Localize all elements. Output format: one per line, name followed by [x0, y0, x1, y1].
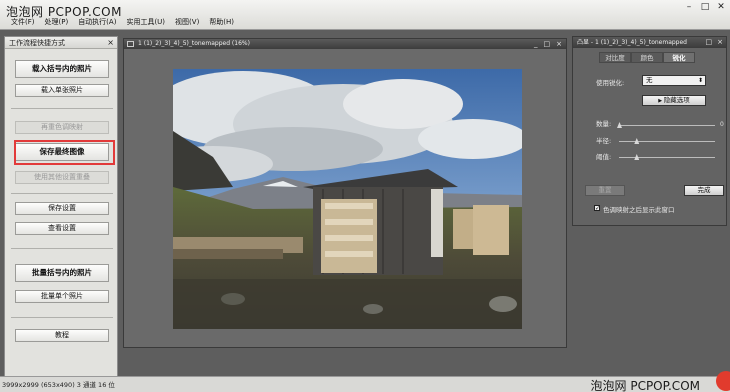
adjustment-panel-titlebar: 凸显 - 1 (1)_2)_3)_4)_5)_tonemapped □ × [573, 37, 726, 48]
radius-slider-thumb[interactable] [634, 138, 640, 144]
minimize-icon[interactable]: – [684, 2, 694, 12]
menu-utilities[interactable]: 实用工具(U) [121, 17, 170, 28]
radius-slider[interactable] [619, 138, 715, 144]
document-icon [127, 41, 134, 47]
tutorial-button[interactable]: 教程 [15, 329, 109, 342]
menu-bar: 泡泡网 PCPOP.COM 文件(F) 处理(P) 自动执行(A) 实用工具(U… [0, 0, 730, 30]
save-settings-button[interactable]: 保存设置 [15, 202, 109, 215]
close-icon[interactable]: × [717, 37, 723, 48]
divider [11, 317, 113, 318]
maximize-icon[interactable]: □ [706, 37, 713, 48]
use-other-settings-button[interactable]: 使用其他设置重叠 [15, 171, 109, 184]
divider [11, 248, 113, 249]
status-bar: 3999x2999 (653x490) 3 通道 16 位 泡泡网 PCPOP.… [0, 371, 730, 392]
adjustment-tabs: 对比度 颜色 锐化 [599, 52, 695, 63]
hide-options-button[interactable]: ▶ 隐藏选项 [642, 95, 706, 106]
tab-sharpen[interactable]: 锐化 [663, 52, 695, 63]
maximize-icon[interactable]: □ [544, 39, 551, 49]
panel-header: 工作流程快捷方式 × [5, 37, 117, 49]
threshold-label: 阈值: [596, 153, 612, 161]
close-icon[interactable]: × [556, 39, 562, 49]
menu-view[interactable]: 视图(V) [170, 17, 204, 28]
view-settings-button[interactable]: 查看设置 [15, 222, 109, 235]
adjustment-panel: 凸显 - 1 (1)_2)_3)_4)_5)_tonemapped □ × 对比… [572, 36, 727, 226]
tab-color[interactable]: 颜色 [631, 52, 663, 63]
reset-button[interactable]: 重置 [585, 185, 625, 196]
amount-slider[interactable] [617, 122, 715, 128]
menu-file[interactable]: 文件(F) [6, 17, 40, 28]
batch-bracketed-photos-button[interactable]: 批量括号内的照片 [15, 264, 109, 282]
amount-label: 数量: [596, 120, 612, 128]
hide-options-label: 隐藏选项 [663, 96, 690, 104]
show-after-tonemap-checkbox[interactable]: ✓ [594, 205, 600, 212]
radius-label: 半径: [596, 137, 612, 145]
tonemapped-photo [173, 69, 522, 329]
close-icon[interactable]: ✕ [716, 2, 726, 12]
window-controls: – □ ✕ [684, 2, 726, 12]
load-bracketed-photos-button[interactable]: 载入括号内的照片 [15, 60, 109, 78]
document-title: 1 (1)_2)_3)_4)_5)_tonemapped (16%) [138, 40, 250, 47]
close-icon[interactable]: × [107, 37, 114, 49]
load-single-photo-button[interactable]: 载入单张照片 [15, 84, 109, 97]
document-titlebar: 1 (1)_2)_3)_4)_5)_tonemapped (16%) _ □ × [124, 39, 566, 49]
image-info: 3999x2999 (653x490) 3 通道 16 位 [2, 381, 115, 389]
batch-single-photo-button[interactable]: 批量单个照片 [15, 290, 109, 303]
maximize-icon[interactable]: □ [700, 2, 710, 12]
menu-help[interactable]: 帮助(H) [204, 17, 239, 28]
logo-dot [716, 371, 730, 391]
minimize-icon[interactable]: _ [534, 39, 538, 49]
adjustment-panel-title: 凸显 - 1 (1)_2)_3)_4)_5)_tonemapped [577, 39, 687, 46]
document-window: 1 (1)_2)_3)_4)_5)_tonemapped (16%) _ □ × [123, 38, 567, 348]
threshold-slider-thumb[interactable] [634, 154, 640, 160]
menu-process[interactable]: 处理(P) [40, 17, 74, 28]
menu-automate[interactable]: 自动执行(A) [73, 17, 121, 28]
watermark-bottom: 泡泡网 PCPOP.COM [590, 379, 700, 392]
done-button[interactable]: 完成 [684, 185, 724, 196]
divider [11, 108, 113, 109]
amount-slider-thumb[interactable] [617, 122, 622, 128]
sharpen-select-value: 无 [646, 76, 653, 84]
sharpen-select[interactable]: 无 ⬍ [642, 75, 706, 86]
menu-items: 文件(F) 处理(P) 自动执行(A) 实用工具(U) 视图(V) 帮助(H) [6, 17, 239, 28]
amount-value: 0 [720, 121, 724, 128]
threshold-slider[interactable] [619, 154, 715, 160]
panel-title: 工作流程快捷方式 [9, 39, 65, 47]
remap-tones-button[interactable]: 再重色调映射 [15, 121, 109, 134]
red-highlight-box [14, 140, 115, 165]
divider [11, 193, 113, 194]
dropdown-arrow-icon: ⬍ [697, 77, 703, 84]
tab-contrast[interactable]: 对比度 [599, 52, 631, 63]
app-window: 泡泡网 PCPOP.COM 文件(F) 处理(P) 自动执行(A) 实用工具(U… [0, 0, 730, 392]
show-after-tonemap-label: 色调映射之后显示此窗口 [603, 206, 675, 214]
photo-image [173, 69, 522, 329]
workflow-shortcuts-panel: 工作流程快捷方式 × 载入括号内的照片 载入单张照片 再重色调映射 保存最终图像… [4, 36, 118, 386]
sharpen-label: 使用锐化: [596, 79, 625, 87]
